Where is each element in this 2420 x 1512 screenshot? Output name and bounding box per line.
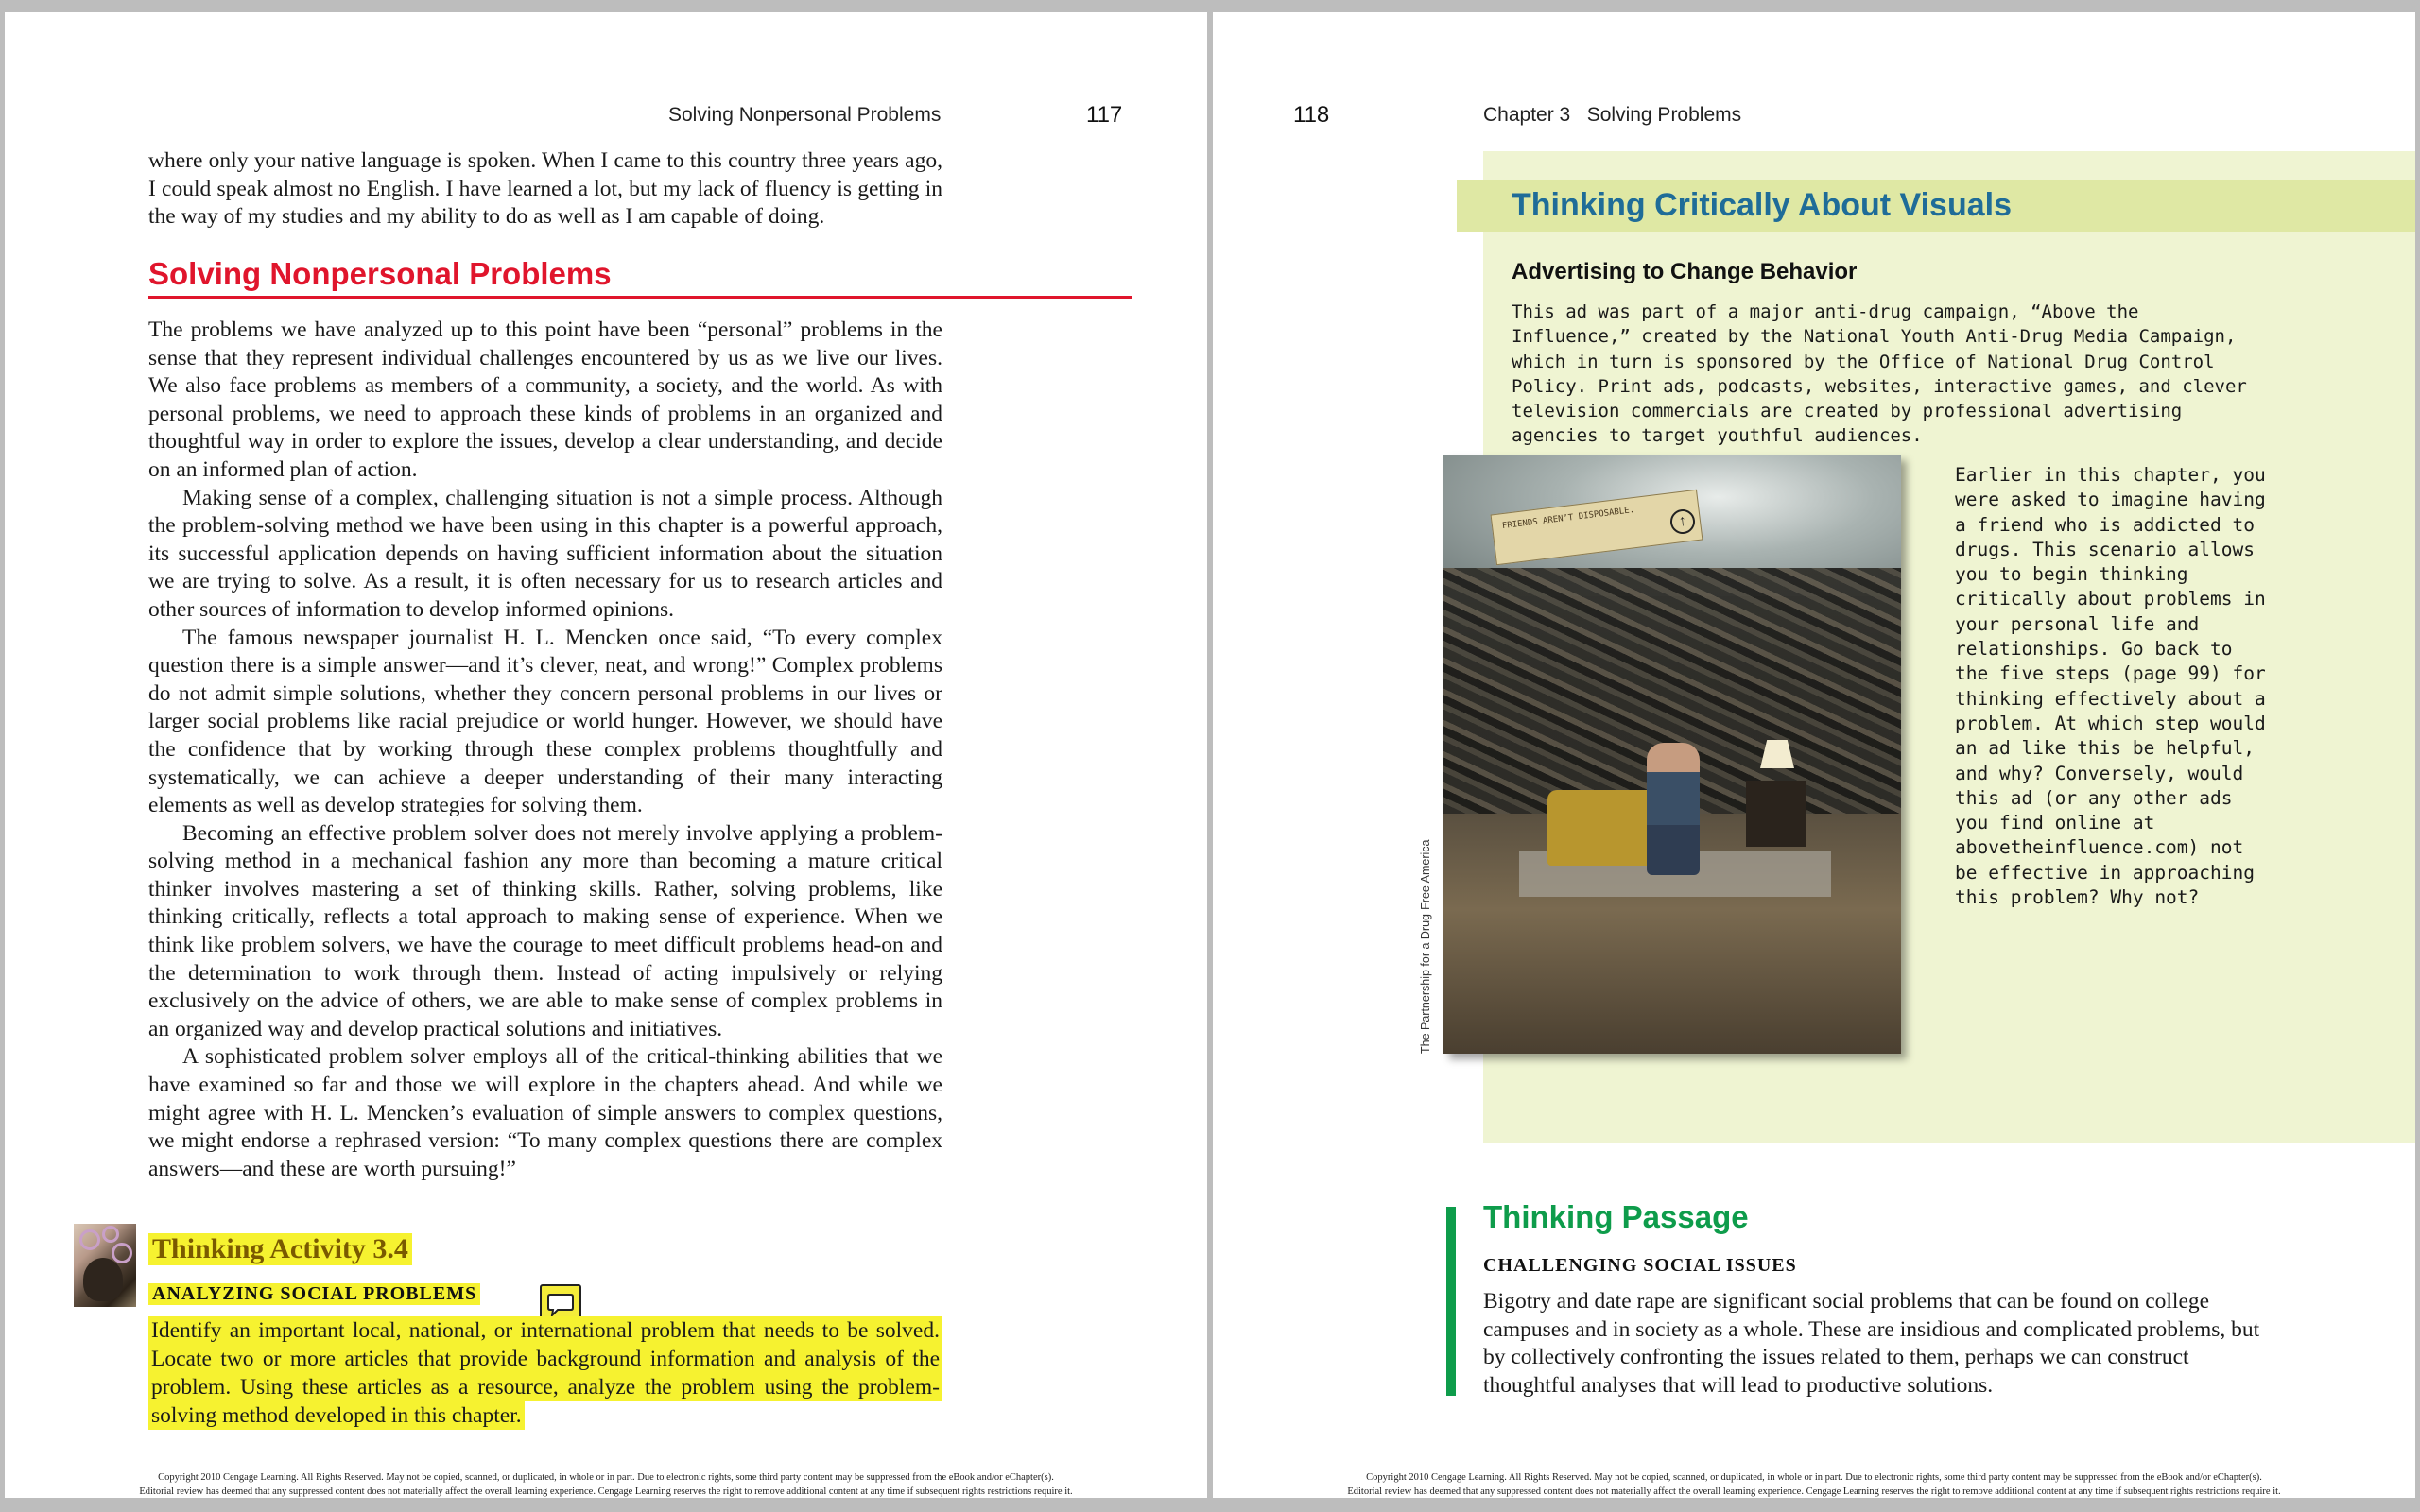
paragraph: Making sense of a complex, challenging s… xyxy=(148,485,942,622)
visuals-intro: This ad was part of a major anti-drug ca… xyxy=(1512,301,2247,447)
page-number: 117 xyxy=(1086,102,1123,128)
page-118: 118 Chapter 3 Solving Problems Thinking … xyxy=(1213,12,2415,1498)
highlighted-text: Identify an important local, national, o… xyxy=(148,1316,942,1430)
passage-body: Bigotry and date rape are significant so… xyxy=(1483,1289,2260,1398)
copyright-notice: Copyright 2010 Cengage Learning. All Rig… xyxy=(5,1470,1207,1498)
page-117: Solving Nonpersonal Problems 117 where o… xyxy=(5,12,1207,1498)
visuals-title: Thinking Critically About Visuals xyxy=(1512,187,2012,223)
copyright-line: Editorial review has deemed that any sup… xyxy=(139,1486,1073,1497)
page-number: 118 xyxy=(1293,102,1330,128)
paragraph: The problems we have analyzed up to this… xyxy=(148,318,942,482)
section-heading: Solving Nonpersonal Problems xyxy=(148,256,1132,299)
intro-paragraph: where only your native language is spoke… xyxy=(148,147,942,232)
visuals-question: Earlier in this chapter, you were asked … xyxy=(1955,464,2266,909)
copyright-line: Copyright 2010 Cengage Learning. All Rig… xyxy=(158,1472,1054,1483)
section-body: The problems we have analyzed up to this… xyxy=(148,317,942,1183)
paragraph: The famous newspaper journalist H. L. Me… xyxy=(148,625,942,818)
activity-thumbnail-icon xyxy=(74,1224,136,1307)
paragraph: A sophisticated problem solver employs a… xyxy=(148,1044,942,1181)
paragraph: where only your native language is spoke… xyxy=(148,148,942,230)
running-head: Solving Nonpersonal Problems xyxy=(668,104,942,126)
activity-subtitle: ANALYZING SOCIAL PROBLEMS xyxy=(148,1283,481,1305)
visuals-subtitle: Advertising to Change Behavior xyxy=(1512,259,1858,284)
paragraph: Becoming an effective problem solver doe… xyxy=(148,820,942,1041)
activity-title: Thinking Activity 3.4 xyxy=(148,1233,412,1265)
passage-accent-rule xyxy=(1446,1207,1456,1396)
activity-body: Identify an important local, national, o… xyxy=(148,1316,942,1430)
copyright-line: Copyright 2010 Cengage Learning. All Rig… xyxy=(1366,1472,2262,1483)
passage-subtitle: CHALLENGING SOCIAL ISSUES xyxy=(1483,1255,1797,1276)
ad-photo: FRIENDS AREN’T DISPOSABLE. ↑ xyxy=(1443,455,1901,1054)
running-head: Chapter 3 Solving Problems xyxy=(1483,104,1742,126)
copyright-notice: Copyright 2010 Cengage Learning. All Rig… xyxy=(1213,1470,2415,1498)
passage-title: Thinking Passage xyxy=(1483,1199,1749,1234)
copyright-line: Editorial review has deemed that any sup… xyxy=(1347,1486,2281,1497)
photo-credit: The Partnership for a Drug-Free America xyxy=(1419,839,1432,1054)
